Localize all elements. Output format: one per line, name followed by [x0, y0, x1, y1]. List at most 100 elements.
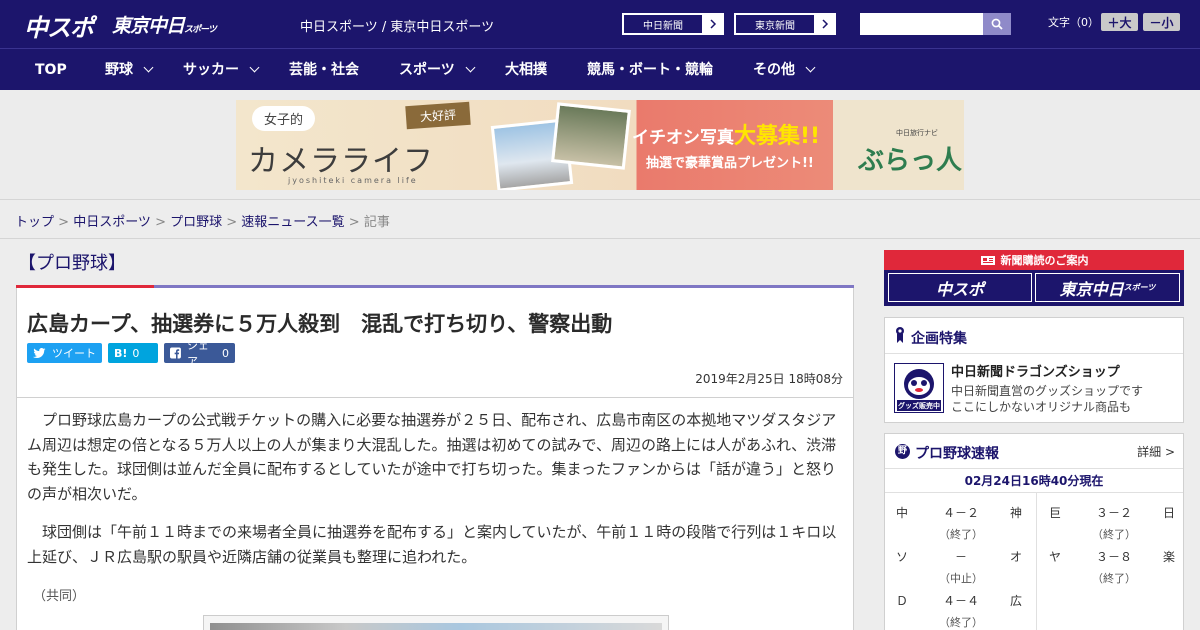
banner-photo	[551, 102, 631, 170]
game-score[interactable]: 中 ４－２ 神 （終了）	[896, 494, 1026, 541]
hatena-icon: B!	[114, 346, 128, 360]
main-nav: TOP 野球 サッカー 芸能・社会 スポーツ 大相撲 競馬・ボート・競輪 その他	[0, 48, 1200, 90]
nav-top[interactable]: TOP	[35, 49, 67, 91]
chunichi-shimbun-label: 中日新聞	[623, 14, 703, 34]
baseball-scores: 野 プロ野球速報 詳細 > 02月24日16時40分現在 中 ４－２ 神 （終了…	[884, 433, 1184, 630]
nav-soccer[interactable]: サッカー	[183, 49, 260, 91]
scores-detail-link[interactable]: 詳細 >	[1137, 443, 1175, 460]
feature-title[interactable]: 中日新聞ドラゴンズショップ	[951, 361, 1120, 380]
subscription-header: 新聞購読のご案内	[884, 250, 1184, 270]
home-team: ヤ	[1049, 550, 1062, 564]
nav-keiba[interactable]: 競馬・ボート・競輪	[587, 49, 713, 91]
category-label: 【プロ野球】	[18, 253, 126, 274]
subscription-box: 新聞購読のご案内 中スポ 東京中日 スポーツ	[884, 250, 1184, 306]
publish-date: 2019年2月25日 18時08分	[695, 372, 843, 386]
subscription-header-label: 新聞購読のご案内	[1000, 254, 1089, 267]
font-larger-button[interactable]: ＋大	[1101, 13, 1138, 31]
chunichi-shimbun-link[interactable]: 中日新聞	[622, 13, 724, 35]
nav-soccer-label: サッカー	[183, 62, 239, 78]
scores-timestamp: 02月24日16時40分現在	[885, 468, 1183, 493]
facebook-icon	[170, 347, 181, 359]
away-team: 日	[1163, 506, 1176, 520]
hatena-bookmark-button[interactable]: B! 0	[108, 343, 158, 363]
article-paragraph: プロ野球広島カープの公式戦チケットの購入に必要な抽選券が２５日、配布され、広島市…	[27, 411, 837, 503]
score: －	[954, 550, 967, 564]
game-score[interactable]: ソ － オ （中止）	[896, 538, 1026, 585]
tokyo-chunichi-logo[interactable]: 東京中日スポーツ	[112, 11, 217, 38]
site-names: 中日スポーツ / 東京中日スポーツ	[300, 20, 495, 35]
breadcrumb: トップ > 中日スポーツ > プロ野球 > 速報ニュース一覧 > 記事	[15, 211, 390, 230]
search-input[interactable]	[860, 13, 983, 35]
chevron-down-icon	[805, 62, 816, 73]
breadcrumb-separator: >	[226, 215, 242, 230]
article-header: 広島カープ、抽選券に５万人殺到 混乱で打ち切り、警察出動 ツイート B! 0 シ…	[16, 288, 854, 398]
chevron-right-icon	[703, 14, 723, 34]
scores-title: プロ野球速報	[915, 446, 999, 462]
feature-header: 企画特集	[885, 318, 1183, 354]
font-size-label: 文字（0）	[1048, 16, 1099, 29]
game-score[interactable]: ヤ ３－８ 楽 （終了）	[1049, 538, 1179, 585]
home-team: 中	[896, 506, 909, 520]
search-button[interactable]	[983, 13, 1011, 35]
feature-description: ここにしかないオリジナル商品も	[951, 400, 1132, 414]
banner-daiboshu: 大募集!!	[734, 124, 821, 149]
hatena-count: 0	[132, 346, 140, 360]
facebook-share-button[interactable]: シェア 0	[164, 339, 235, 368]
subscribe-tokyo-sub: スポーツ	[1123, 283, 1156, 292]
breadcrumb-news-list[interactable]: 速報ニュース一覧	[241, 215, 344, 230]
breadcrumb-pro-baseball[interactable]: プロ野球	[170, 215, 222, 230]
ad-banner[interactable]: 女子的 カメラライフ jyoshiteki camera life 大好評 イチ…	[236, 100, 964, 190]
away-team: 神	[1010, 506, 1023, 520]
breadcrumb-chunichi-sports[interactable]: 中日スポーツ	[73, 215, 151, 230]
article-photo-image	[210, 623, 662, 630]
home-team: Ｄ	[896, 594, 909, 608]
banner-ichioshi-text: イチオシ写真	[632, 128, 734, 148]
tokyo-shimbun-link[interactable]: 東京新聞	[734, 13, 836, 35]
away-team: オ	[1010, 550, 1023, 564]
nav-baseball[interactable]: 野球	[105, 49, 154, 91]
banner-brand: ぶらっ人	[858, 146, 963, 176]
dragons-shop-thumbnail[interactable]: グッズ販売中	[894, 363, 944, 413]
banner-daikohyo: 大好評	[405, 101, 471, 130]
article-photo[interactable]	[203, 615, 669, 630]
nav-sumo[interactable]: 大相撲	[505, 49, 547, 91]
subscribe-tokyo-label: 東京中日	[1059, 279, 1124, 299]
article-credit: （共同）	[33, 589, 86, 604]
article-headline: 広島カープ、抽選券に５万人殺到 混乱で打ち切り、警察出動	[27, 312, 613, 336]
subscribe-chuspo-button[interactable]: 中スポ	[888, 273, 1032, 302]
facebook-share-count: 0	[222, 346, 229, 360]
banner-chusen: 抽選で豪華賞品プレゼント!!	[646, 156, 814, 171]
nav-sumo-label: 大相撲	[505, 62, 547, 78]
game-score[interactable]: Ｄ ４－４ 広 （終了）	[896, 582, 1026, 629]
breadcrumb-top[interactable]: トップ	[15, 215, 54, 230]
divider	[0, 238, 1200, 239]
breadcrumb-current: 記事	[363, 215, 390, 230]
score: ４－２	[942, 506, 979, 520]
nav-sports[interactable]: スポーツ	[399, 49, 476, 91]
dragons-shop-thumb-label: グッズ販売中	[898, 402, 940, 410]
search-icon	[991, 18, 1003, 30]
game-status: （終了）	[1092, 572, 1136, 585]
banner-roman: jyoshiteki camera life	[288, 176, 418, 185]
nav-entertainment[interactable]: 芸能・社会	[289, 49, 359, 91]
tokyo-logo-main: 東京中日	[112, 15, 185, 37]
breadcrumb-separator: >	[58, 215, 74, 230]
game-score[interactable]: 巨 ３－２ 日 （終了）	[1049, 494, 1179, 541]
tokyo-shimbun-label: 東京新聞	[735, 14, 815, 34]
nav-entertainment-label: 芸能・社会	[289, 62, 359, 78]
newspaper-icon	[980, 255, 995, 265]
banner-ichioshi: イチオシ写真大募集!!	[632, 118, 820, 150]
tweet-button[interactable]: ツイート	[27, 343, 102, 363]
article-body: プロ野球広島カープの公式戦チケットの購入に必要な抽選券が２５日、配布され、広島市…	[16, 398, 854, 630]
facebook-share-label: シェア	[186, 339, 209, 368]
game-status: （終了）	[939, 616, 983, 629]
nav-baseball-label: 野球	[105, 62, 133, 78]
subscribe-tokyo-chunichi-button[interactable]: 東京中日 スポーツ	[1035, 273, 1180, 302]
chevron-down-icon	[143, 62, 154, 73]
chuspo-logo[interactable]: 中スポ	[24, 8, 94, 43]
nav-top-label: TOP	[35, 62, 67, 78]
nav-other[interactable]: その他	[753, 49, 816, 91]
nav-other-label: その他	[753, 62, 795, 78]
font-smaller-button[interactable]: －小	[1143, 13, 1180, 31]
feature-description: 中日新聞直営のグッズショップです	[951, 384, 1144, 398]
